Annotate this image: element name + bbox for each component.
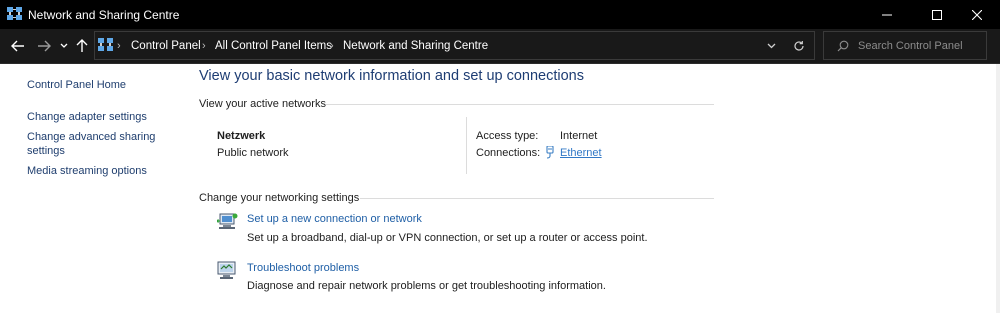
breadcrumb-network-centre[interactable]: Network and Sharing Centre [343,40,488,52]
network-name: Netzwerk [217,130,266,142]
search-box[interactable] [823,31,987,60]
breadcrumb-separator-icon: › [202,40,206,52]
content-area: Control Panel Home Change adapter settin… [0,64,1000,313]
address-box[interactable]: › Control Panel › All Control Panel Item… [94,31,815,60]
forward-button[interactable] [35,37,53,55]
setup-connection-description: Set up a broadband, dial-up or VPN conne… [247,232,648,244]
new-connection-icon [217,213,238,229]
change-settings-heading: Change your networking settings [199,192,360,204]
network-divider [466,117,467,174]
close-icon [972,9,982,20]
troubleshoot-link[interactable]: Troubleshoot problems [247,262,359,274]
ethernet-plug-icon [546,146,554,159]
active-networks-heading: View your active networks [199,98,326,110]
minimize-icon [882,14,892,15]
back-button[interactable] [9,37,27,55]
search-icon [837,40,849,52]
troubleshoot-description: Diagnose and repair network problems or … [247,280,606,292]
control-panel-icon [98,38,113,51]
maximize-icon [932,9,942,20]
recent-locations-button[interactable] [58,37,70,55]
breadcrumb-separator-icon: › [330,40,334,52]
connections-label: Connections: [476,147,541,159]
address-history-chevron-icon[interactable] [767,43,776,49]
breadcrumb-separator-icon: › [117,40,121,52]
network-category: Public network [217,147,289,159]
sidebar-item-change-adapter-settings[interactable]: Change adapter settings [27,110,147,124]
forward-arrow-icon [38,40,51,52]
window-title: Network and Sharing Centre [28,8,180,22]
search-input[interactable] [858,38,984,54]
refresh-icon[interactable] [793,40,805,52]
section-divider [360,198,714,199]
title-bar: Network and Sharing Centre [0,0,1000,29]
access-type-label: Access type: [476,130,539,142]
troubleshoot-icon [217,261,236,279]
up-button[interactable] [74,37,90,55]
close-button[interactable] [954,0,1000,29]
address-bar-row: › Control Panel › All Control Panel Item… [0,29,1000,64]
ethernet-connection-link[interactable]: Ethernet [560,147,602,159]
up-arrow-icon [76,39,88,52]
sidebar-item-control-panel-home[interactable]: Control Panel Home [27,78,126,92]
network-centre-app-icon [7,7,22,20]
sidebar-item-media-streaming[interactable]: Media streaming options [27,164,147,178]
back-arrow-icon [11,40,24,52]
minimize-button[interactable] [864,0,910,29]
page-title: View your basic network information and … [199,68,585,84]
sidebar: Control Panel Home Change adapter settin… [0,64,190,313]
sidebar-item-change-advanced-sharing[interactable]: Change advanced sharing settings [27,130,177,158]
section-divider [326,104,714,105]
breadcrumb-all-items[interactable]: All Control Panel Items [215,40,332,52]
breadcrumb-control-panel[interactable]: Control Panel [131,40,201,52]
setup-connection-link[interactable]: Set up a new connection or network [247,213,422,225]
chevron-down-icon [60,43,68,48]
scrollbar-track[interactable] [996,64,1000,313]
access-type-value: Internet [560,130,598,142]
